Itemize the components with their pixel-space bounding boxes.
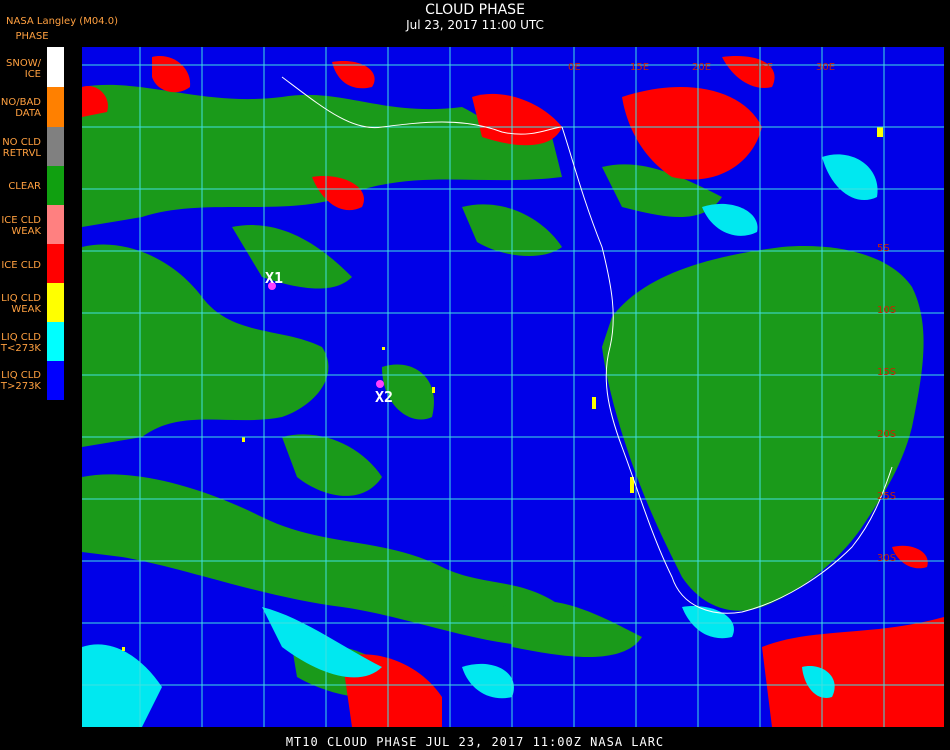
legend-label-no-bad-data: NO/BAD DATA bbox=[0, 97, 41, 119]
legend-label-liq-cld-cold: LIQ CLD T<273K bbox=[0, 332, 41, 354]
legend-swatch-no-cld-retrvl bbox=[47, 127, 64, 166]
legend-swatch-liq-cld-warm bbox=[47, 361, 64, 400]
lon-label-20e: 20E bbox=[692, 62, 711, 73]
lat-label-25s: 25S bbox=[877, 491, 896, 502]
footer-caption: MT10 CLOUD PHASE JUL 23, 2017 11:00Z NAS… bbox=[285, 735, 665, 749]
legend-label-liq-cld-warm: LIQ CLD T>273K bbox=[0, 370, 41, 392]
legend-swatch-liq-cld-cold bbox=[47, 322, 64, 361]
legend-label-clear: CLEAR bbox=[8, 181, 41, 192]
legend-swatch-no-bad-data bbox=[47, 87, 64, 127]
lat-label-20s: 20S bbox=[877, 429, 896, 440]
legend-swatch-clear bbox=[47, 166, 64, 205]
map-timestamp: Jul 23, 2017 11:00 UTC bbox=[406, 18, 544, 32]
map-canvas: 0E 15E 20E 25E 30E 5S 10S 15S 20S 25S 30… bbox=[82, 47, 944, 727]
legend-label-snow-ice: SNOW/ ICE bbox=[6, 58, 41, 80]
provider-label: NASA Langley (M04.0) bbox=[6, 16, 118, 27]
marker-x2-dot[interactable] bbox=[376, 380, 384, 388]
lat-label-5s: 5S bbox=[877, 243, 890, 254]
legend-label-ice-cld: ICE CLD bbox=[1, 260, 41, 271]
legend-label-liq-cld-weak: LIQ CLD WEAK bbox=[1, 293, 41, 315]
legend-label-ice-cld-weak: ICE CLD WEAK bbox=[1, 215, 41, 237]
lat-label-30s: 30S bbox=[877, 553, 896, 564]
legend-heading: PHASE bbox=[15, 31, 49, 42]
cloud-phase-map[interactable]: 0E 15E 20E 25E 30E 5S 10S 15S 20S 25S 30… bbox=[82, 47, 944, 727]
marker-x2-label: X2 bbox=[375, 388, 393, 406]
lat-label-10s: 10S bbox=[877, 305, 896, 316]
map-title: CLOUD PHASE bbox=[425, 2, 525, 18]
legend-swatch-ice-cld bbox=[47, 244, 64, 283]
lon-label-0e: 0E bbox=[568, 62, 581, 73]
legend-label-no-cld-retrvl: NO CLD RETRVL bbox=[2, 137, 41, 159]
marker-x1-label: X1 bbox=[265, 269, 283, 287]
lon-label-15e: 15E bbox=[630, 62, 649, 73]
lon-label-25e: 25E bbox=[754, 62, 773, 73]
legend-swatch-snow-ice bbox=[47, 47, 64, 87]
lat-label-15s: 15S bbox=[877, 367, 896, 378]
lon-label-30e: 30E bbox=[816, 62, 835, 73]
legend-swatch-ice-cld-weak bbox=[47, 205, 64, 244]
legend-swatch-liq-cld-weak bbox=[47, 283, 64, 322]
